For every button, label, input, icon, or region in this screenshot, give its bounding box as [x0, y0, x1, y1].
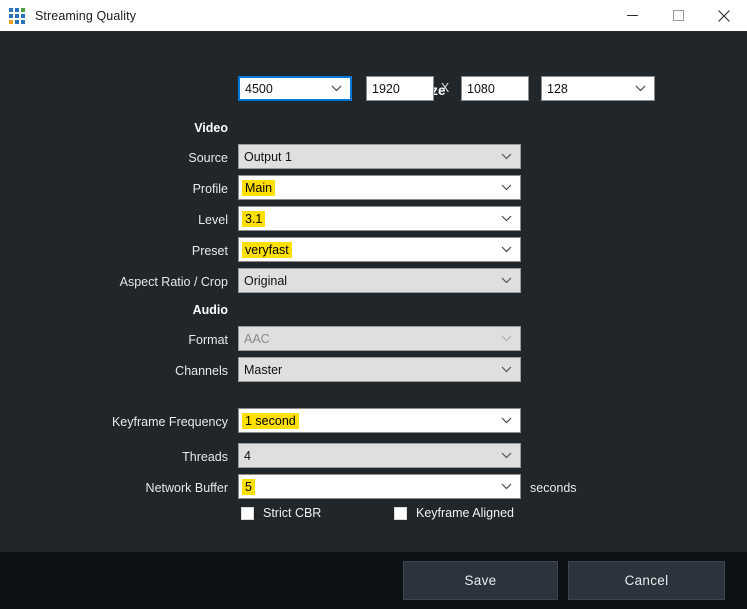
preset-label: Preset: [191, 244, 228, 258]
keyframe-aligned-label: Keyframe Aligned: [416, 506, 514, 520]
chevron-down-icon: [501, 417, 512, 424]
profile-label: Profile: [192, 182, 228, 196]
app-grid-icon: [9, 7, 25, 24]
minimize-icon[interactable]: [609, 0, 655, 31]
video-section-header: Video: [194, 121, 228, 135]
save-button[interactable]: Save: [403, 561, 558, 600]
cancel-button[interactable]: Cancel: [568, 561, 725, 600]
encode-width-input[interactable]: 1920: [366, 76, 434, 101]
maximize-icon[interactable]: [655, 0, 701, 31]
encode-height-value: 1080: [467, 81, 495, 96]
channels-combo[interactable]: Master: [238, 357, 521, 382]
video-bit-rates-combo[interactable]: 4500: [238, 76, 352, 101]
network-buffer-label: Network Buffer: [145, 481, 228, 495]
chevron-down-icon: [635, 85, 646, 92]
window-controls: [609, 0, 747, 31]
keyframe-frequency-combo[interactable]: 1 second: [238, 408, 521, 433]
keyframe-frequency-label: Keyframe Frequency: [111, 415, 228, 429]
encode-height-input[interactable]: 1080: [461, 76, 529, 101]
aspect-ratio-crop-label: Aspect Ratio / Crop: [119, 275, 228, 289]
aspect-ratio-crop-combo[interactable]: Original: [238, 268, 521, 293]
chevron-down-icon: [501, 483, 512, 490]
format-value: AAC: [244, 331, 270, 346]
chevron-down-icon: [501, 335, 512, 342]
format-combo: AAC: [238, 326, 521, 351]
chevron-down-icon: [501, 246, 512, 253]
strict-cbr-checkbox-row[interactable]: Strict CBR: [241, 506, 321, 520]
profile-combo[interactable]: Main: [238, 175, 521, 200]
network-buffer-units-label: seconds: [530, 481, 577, 495]
channels-value: Master: [244, 362, 283, 377]
title-bar: Streaming Quality: [0, 0, 747, 31]
keyframe-aligned-checkbox-row[interactable]: Keyframe Aligned: [394, 506, 514, 520]
audio-section-header: Audio: [192, 303, 228, 317]
audio-bit-rate-value: 128: [547, 81, 568, 96]
format-label: Format: [188, 333, 228, 347]
source-label: Source: [188, 151, 228, 165]
strict-cbr-label: Strict CBR: [263, 506, 322, 520]
level-label: Level: [198, 213, 228, 227]
source-combo[interactable]: Output 1: [238, 144, 521, 169]
chevron-down-icon: [331, 85, 342, 92]
audio-bit-rate-combo[interactable]: 128: [541, 76, 655, 101]
level-combo[interactable]: 3.1: [238, 206, 521, 231]
dialog-footer: Save Cancel: [0, 552, 747, 609]
chevron-down-icon: [501, 277, 512, 284]
channels-label: Channels: [175, 364, 228, 378]
chevron-down-icon: [501, 452, 512, 459]
threads-label: Threads: [182, 450, 228, 464]
chevron-down-icon: [501, 184, 512, 191]
strict-cbr-checkbox[interactable]: [241, 506, 254, 520]
close-icon[interactable]: [701, 0, 747, 31]
aspect-ratio-crop-value: Original: [244, 273, 288, 288]
preset-value: veryfast: [242, 241, 292, 258]
level-value: 3.1: [242, 210, 266, 227]
keyframe-frequency-value: 1 second: [242, 412, 299, 429]
network-buffer-value: 5: [242, 478, 255, 495]
encode-width-value: 1920: [372, 81, 400, 96]
profile-value: Main: [242, 179, 276, 196]
keyframe-aligned-checkbox[interactable]: [394, 506, 407, 520]
chevron-down-icon: [501, 153, 512, 160]
encode-size-separator: X: [440, 81, 450, 95]
video-bit-rates-value: 4500: [245, 81, 273, 96]
chevron-down-icon: [501, 366, 512, 373]
window-title: Streaming Quality: [35, 8, 137, 23]
source-value: Output 1: [244, 149, 292, 164]
chevron-down-icon: [501, 215, 512, 222]
threads-value: 4: [244, 448, 251, 463]
preset-combo[interactable]: veryfast: [238, 237, 521, 262]
threads-combo[interactable]: 4: [238, 443, 521, 468]
network-buffer-combo[interactable]: 5: [238, 474, 521, 499]
dialog-body: Video Bit Rates Encode Size Audio Bit Ra…: [0, 31, 747, 552]
